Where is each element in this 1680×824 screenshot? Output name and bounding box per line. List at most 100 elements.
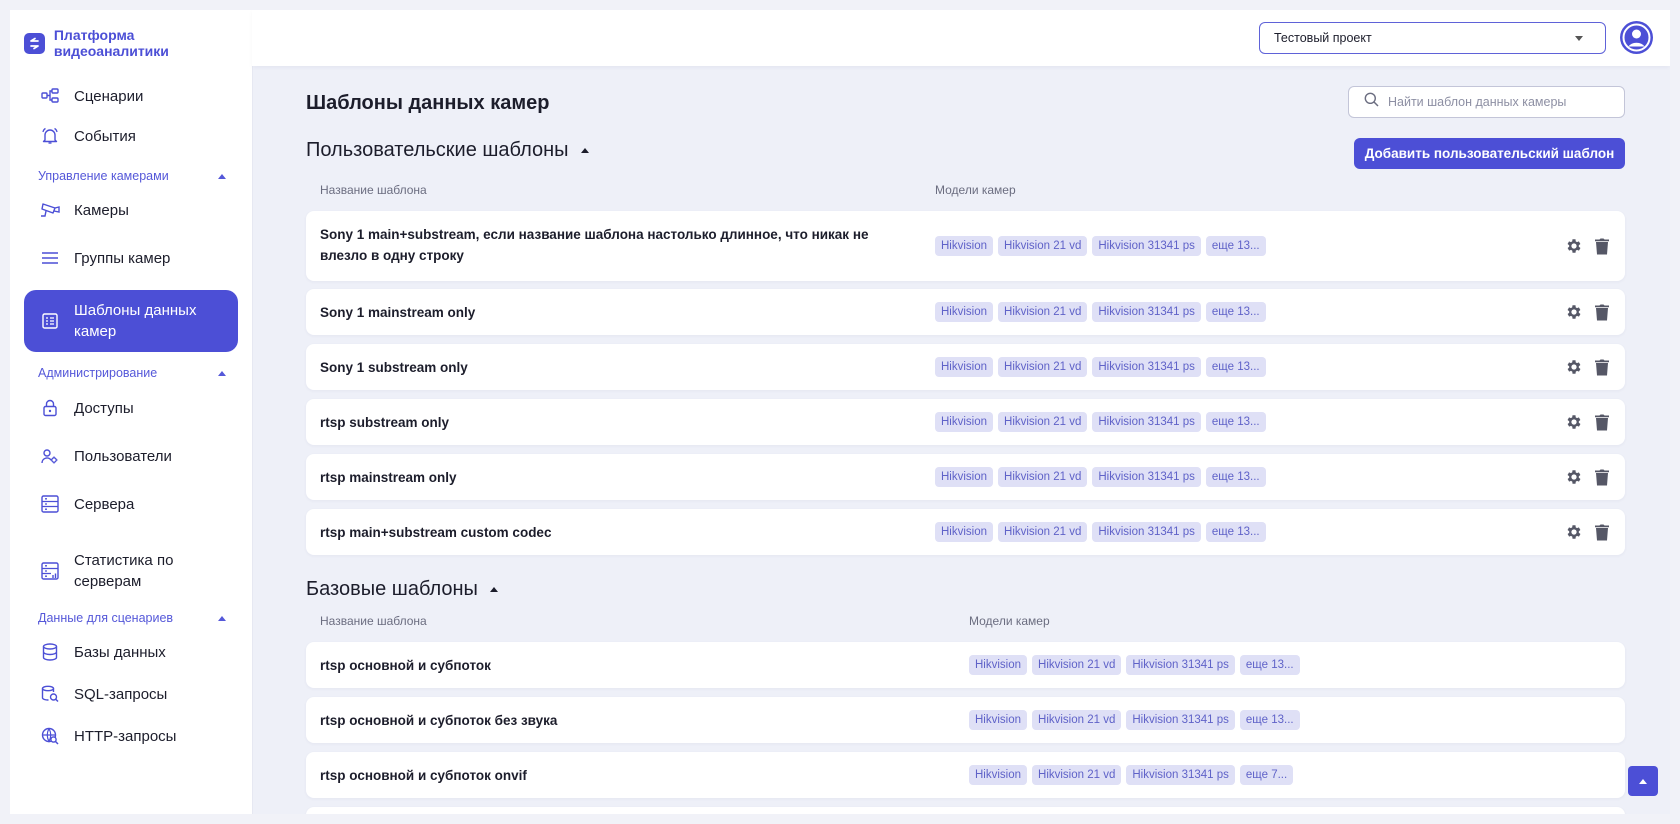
table-row[interactable]: rtsp substream only Hikvision Hikvision … [306, 399, 1625, 445]
section-administration[interactable]: Администрирование [38, 366, 228, 380]
more-models-tag[interactable]: еще 13... [1205, 412, 1266, 432]
model-tag: Hikvision [935, 236, 994, 256]
sidebar: Платформа видеоаналитики Сценарии Событи… [10, 10, 252, 814]
sidebar-item-events[interactable]: События [24, 116, 238, 156]
model-tag: Hikvision [935, 302, 994, 322]
sidebar-item-label: SQL-запросы [74, 685, 168, 703]
server-stats-icon [40, 561, 60, 581]
sidebar-item-label: Доступы [74, 399, 134, 417]
chevron-up-icon [580, 148, 589, 153]
table-row[interactable]: rtsp основной и субпоток без звука Hikvi… [306, 697, 1625, 743]
more-models-tag[interactable]: еще 13... [1239, 710, 1300, 730]
section-camera-management[interactable]: Управление камерами [38, 169, 228, 183]
more-models-tag[interactable]: еще 13... [1205, 302, 1266, 322]
sidebar-item-camera-groups[interactable]: Группы камер [24, 238, 238, 278]
list-icon [40, 248, 60, 268]
sidebar-item-users[interactable]: Пользователи [24, 436, 238, 476]
sidebar-item-scenarios[interactable]: Сценарии [24, 76, 238, 116]
model-tag: Hikvision [969, 710, 1028, 730]
scroll-to-top-button[interactable] [1628, 766, 1658, 796]
trash-icon[interactable] [1593, 358, 1611, 376]
table-row[interactable]: Sony 1 main+substream, если название шаб… [306, 211, 1625, 281]
table-row[interactable]: rtsp mainstream only Hikvision Hikvision… [306, 454, 1625, 500]
section-base-templates[interactable]: Базовые шаблоны [306, 578, 498, 601]
section-custom-templates[interactable]: Пользовательские шаблоны [306, 139, 589, 162]
sidebar-item-camera-templates[interactable]: Шаблоны данных камер [24, 290, 238, 352]
sidebar-item-label: HTTP-запросы [74, 727, 177, 745]
avatar[interactable] [1620, 21, 1653, 54]
sidebar-item-access[interactable]: Доступы [24, 388, 238, 428]
camera-models: Hikvision Hikvision 21 vd Hikvision 3134… [935, 302, 1266, 322]
more-models-tag[interactable]: еще 7... [1239, 765, 1294, 785]
column-header-models: Модели камер [969, 614, 1050, 628]
trash-icon[interactable] [1593, 237, 1611, 255]
model-tag: Hikvision 21 vd [998, 467, 1088, 487]
trash-icon[interactable] [1593, 413, 1611, 431]
table-row[interactable]: rtsp основной и субпоток onvif Hikvision… [306, 752, 1625, 798]
sidebar-item-servers[interactable]: Сервера [24, 484, 238, 524]
sidebar-item-label: Статистика по серверам [74, 552, 174, 590]
more-models-tag[interactable]: еще 13... [1239, 655, 1300, 675]
camera-models: Hikvision Hikvision 21 vd Hikvision 3134… [969, 655, 1300, 675]
column-header-name: Название шаблона [320, 614, 427, 628]
project-select[interactable]: Тестовый проект [1259, 22, 1606, 54]
gear-icon[interactable] [1565, 523, 1583, 541]
row-actions [1565, 358, 1611, 376]
camera-models: Hikvision Hikvision 21 vd Hikvision 3134… [935, 236, 1266, 256]
more-models-tag[interactable]: еще 13... [1205, 467, 1266, 487]
table-row[interactable]: rtsp основной и субпоток Hikvision Hikvi… [306, 642, 1625, 688]
section-title: Администрирование [38, 366, 158, 380]
chevron-up-icon [1639, 778, 1647, 784]
bell-icon [40, 126, 60, 146]
column-header-models: Модели камер [935, 183, 1016, 197]
template-name: Sony 1 main+substream, если название шаб… [320, 227, 869, 263]
gear-icon[interactable] [1565, 237, 1583, 255]
gear-icon[interactable] [1565, 468, 1583, 486]
sidebar-item-cameras[interactable]: Камеры [24, 190, 238, 230]
table-row[interactable] [306, 807, 1625, 814]
table-row[interactable]: rtsp main+substream custom codec Hikvisi… [306, 509, 1625, 555]
gear-icon[interactable] [1565, 413, 1583, 431]
gear-icon[interactable] [1565, 358, 1583, 376]
main-content: Шаблоны данных камер Пользовательские ша… [252, 66, 1670, 814]
section-title: Данные для сценариев [38, 611, 174, 625]
trash-icon[interactable] [1593, 303, 1611, 321]
model-tag: Hikvision [969, 765, 1028, 785]
section-title: Управление камерами [38, 169, 169, 183]
model-tag: Hikvision 21 vd [1032, 655, 1122, 675]
more-models-tag[interactable]: еще 13... [1205, 236, 1266, 256]
section-title: Базовые шаблоны [306, 578, 478, 600]
sidebar-item-server-stats[interactable]: Статистика по серверам [24, 546, 238, 596]
section-scenario-data[interactable]: Данные для сценариев [38, 611, 228, 625]
lock-icon [40, 398, 60, 418]
table-row[interactable]: Sony 1 substream only Hikvision Hikvisio… [306, 344, 1625, 390]
chevron-down-icon [1575, 35, 1583, 41]
trash-icon[interactable] [1593, 523, 1611, 541]
template-name: rtsp основной и субпоток без звука [320, 713, 558, 728]
brand[interactable]: Платформа видеоаналитики [24, 27, 252, 59]
add-custom-template-button[interactable]: Добавить пользовательский шаблон [1354, 138, 1625, 169]
template-name: rtsp main+substream custom codec [320, 525, 552, 540]
chevron-up-icon [218, 615, 226, 621]
sidebar-item-label: Шаблоны данных камер [74, 302, 197, 340]
more-models-tag[interactable]: еще 13... [1205, 522, 1266, 542]
search-box[interactable] [1348, 86, 1625, 118]
sidebar-item-sql-queries[interactable]: SQL-запросы [24, 674, 238, 714]
search-input[interactable] [1388, 95, 1608, 109]
more-models-tag[interactable]: еще 13... [1205, 357, 1266, 377]
model-tag: Hikvision 31341 ps [1092, 236, 1201, 256]
app-title: Платформа видеоаналитики [53, 27, 169, 59]
model-tag: Hikvision 31341 ps [1092, 302, 1201, 322]
topbar: Тестовый проект [252, 10, 1670, 66]
sidebar-item-databases[interactable]: Базы данных [24, 632, 238, 672]
trash-icon[interactable] [1593, 468, 1611, 486]
chevron-up-icon [218, 370, 226, 376]
model-tag: Hikvision [935, 357, 994, 377]
model-tag: Hikvision [935, 412, 994, 432]
scenarios-icon [40, 86, 60, 106]
sidebar-item-http-queries[interactable]: HTTP-запросы [24, 716, 238, 756]
gear-icon[interactable] [1565, 303, 1583, 321]
project-select-value: Тестовый проект [1274, 31, 1372, 45]
table-row[interactable]: Sony 1 mainstream only Hikvision Hikvisi… [306, 289, 1625, 335]
template-name: rtsp mainstream only [320, 470, 457, 485]
